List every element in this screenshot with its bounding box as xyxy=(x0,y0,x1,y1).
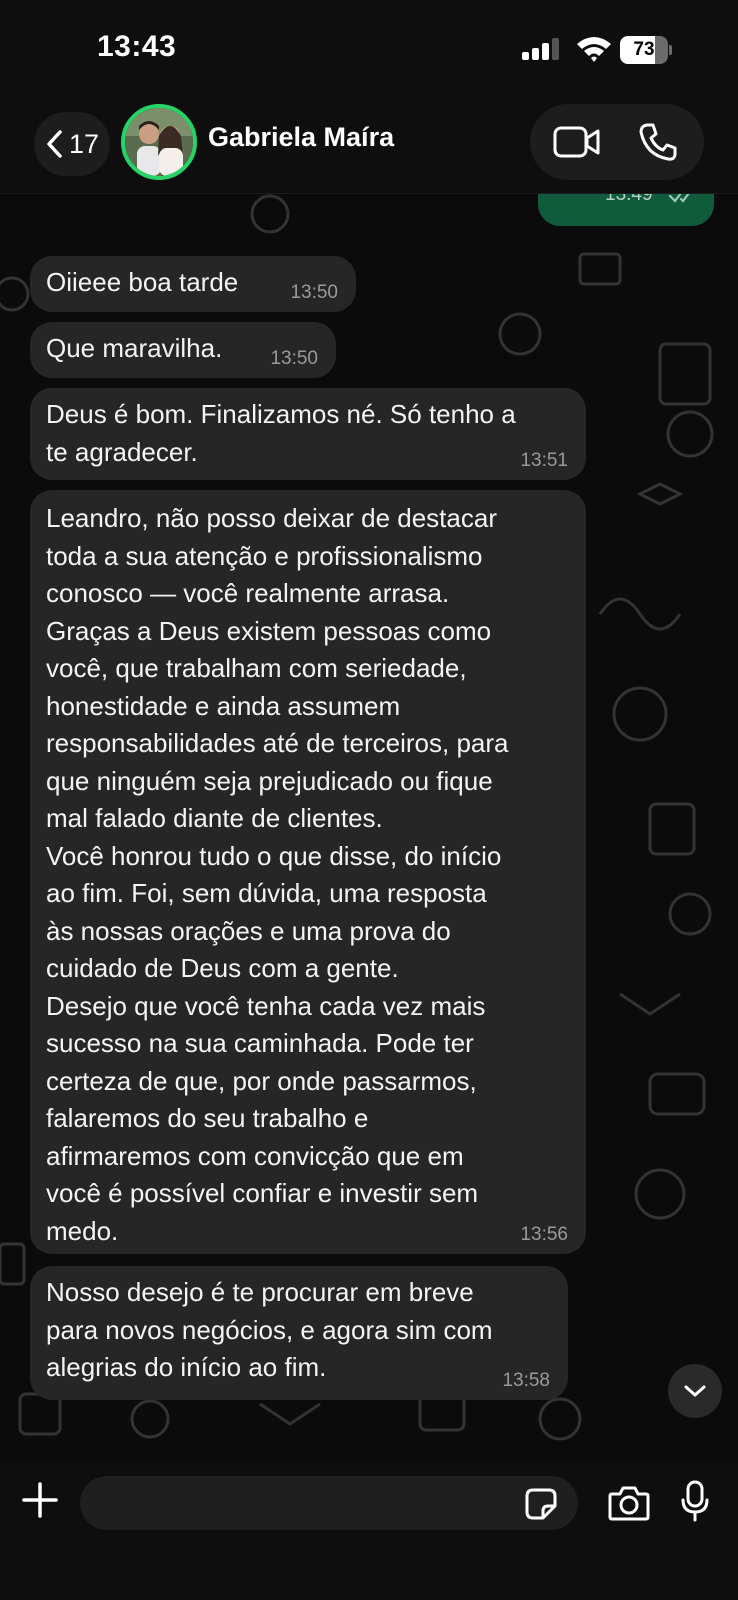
camera-icon[interactable] xyxy=(608,1484,650,1522)
message-text: Nosso desejo é te procurar em breve para… xyxy=(46,1277,493,1382)
incoming-message[interactable]: Oiieee boa tarde 13:50 xyxy=(30,256,356,312)
chevron-down-icon xyxy=(684,1385,706,1397)
message-time: 13:58 xyxy=(502,1370,550,1391)
read-receipt-icon xyxy=(668,194,690,203)
avatar-photo xyxy=(125,108,193,176)
phone-icon[interactable] xyxy=(638,122,678,162)
message-input[interactable] xyxy=(80,1476,578,1530)
back-button[interactable]: 17 xyxy=(34,112,110,176)
incoming-message[interactable]: Que maravilha. 13:50 xyxy=(30,322,336,378)
message-time: 13:50 xyxy=(270,348,318,369)
battery-level: 73 xyxy=(633,39,655,60)
message-composer xyxy=(0,1460,738,1600)
chevron-left-icon xyxy=(47,130,62,158)
incoming-message[interactable]: Nosso desejo é te procurar em breve para… xyxy=(30,1266,568,1400)
call-actions xyxy=(530,104,704,180)
cellular-signal-icon xyxy=(522,38,559,60)
chat-header: 17 Gabriela Maíra xyxy=(0,96,738,194)
contact-name[interactable]: Gabriela Maíra xyxy=(208,122,394,153)
outgoing-message[interactable]: 13:49 xyxy=(538,194,714,226)
incoming-message[interactable]: Deus é bom. Finalizamos né. Só tenho a t… xyxy=(30,388,586,480)
avatar[interactable] xyxy=(121,104,197,180)
status-time: 13:43 xyxy=(97,30,177,63)
microphone-icon[interactable] xyxy=(680,1480,710,1522)
unread-count: 17 xyxy=(68,128,100,159)
message-list[interactable]: 13:49 Oiieee boa tarde 13:50 Que maravil… xyxy=(0,194,738,1460)
message-text: Leandro, não posso deixar de destacar to… xyxy=(46,503,509,1246)
scroll-to-bottom-button[interactable] xyxy=(668,1364,722,1418)
message-time: 13:56 xyxy=(520,1224,568,1245)
message-time: 13:51 xyxy=(520,450,568,471)
message-time: 13:49 xyxy=(605,194,653,205)
video-camera-icon[interactable] xyxy=(552,122,602,162)
wifi-icon xyxy=(577,37,611,62)
message-time: 13:50 xyxy=(290,282,338,303)
sticker-icon[interactable] xyxy=(524,1487,558,1521)
incoming-message[interactable]: Leandro, não posso deixar de destacar to… xyxy=(30,490,586,1254)
battery-indicator: 73 xyxy=(620,36,672,64)
status-bar: 13:43 73 xyxy=(0,0,738,96)
plus-icon[interactable] xyxy=(22,1482,58,1518)
message-text: Deus é bom. Finalizamos né. Só tenho a t… xyxy=(46,399,516,467)
